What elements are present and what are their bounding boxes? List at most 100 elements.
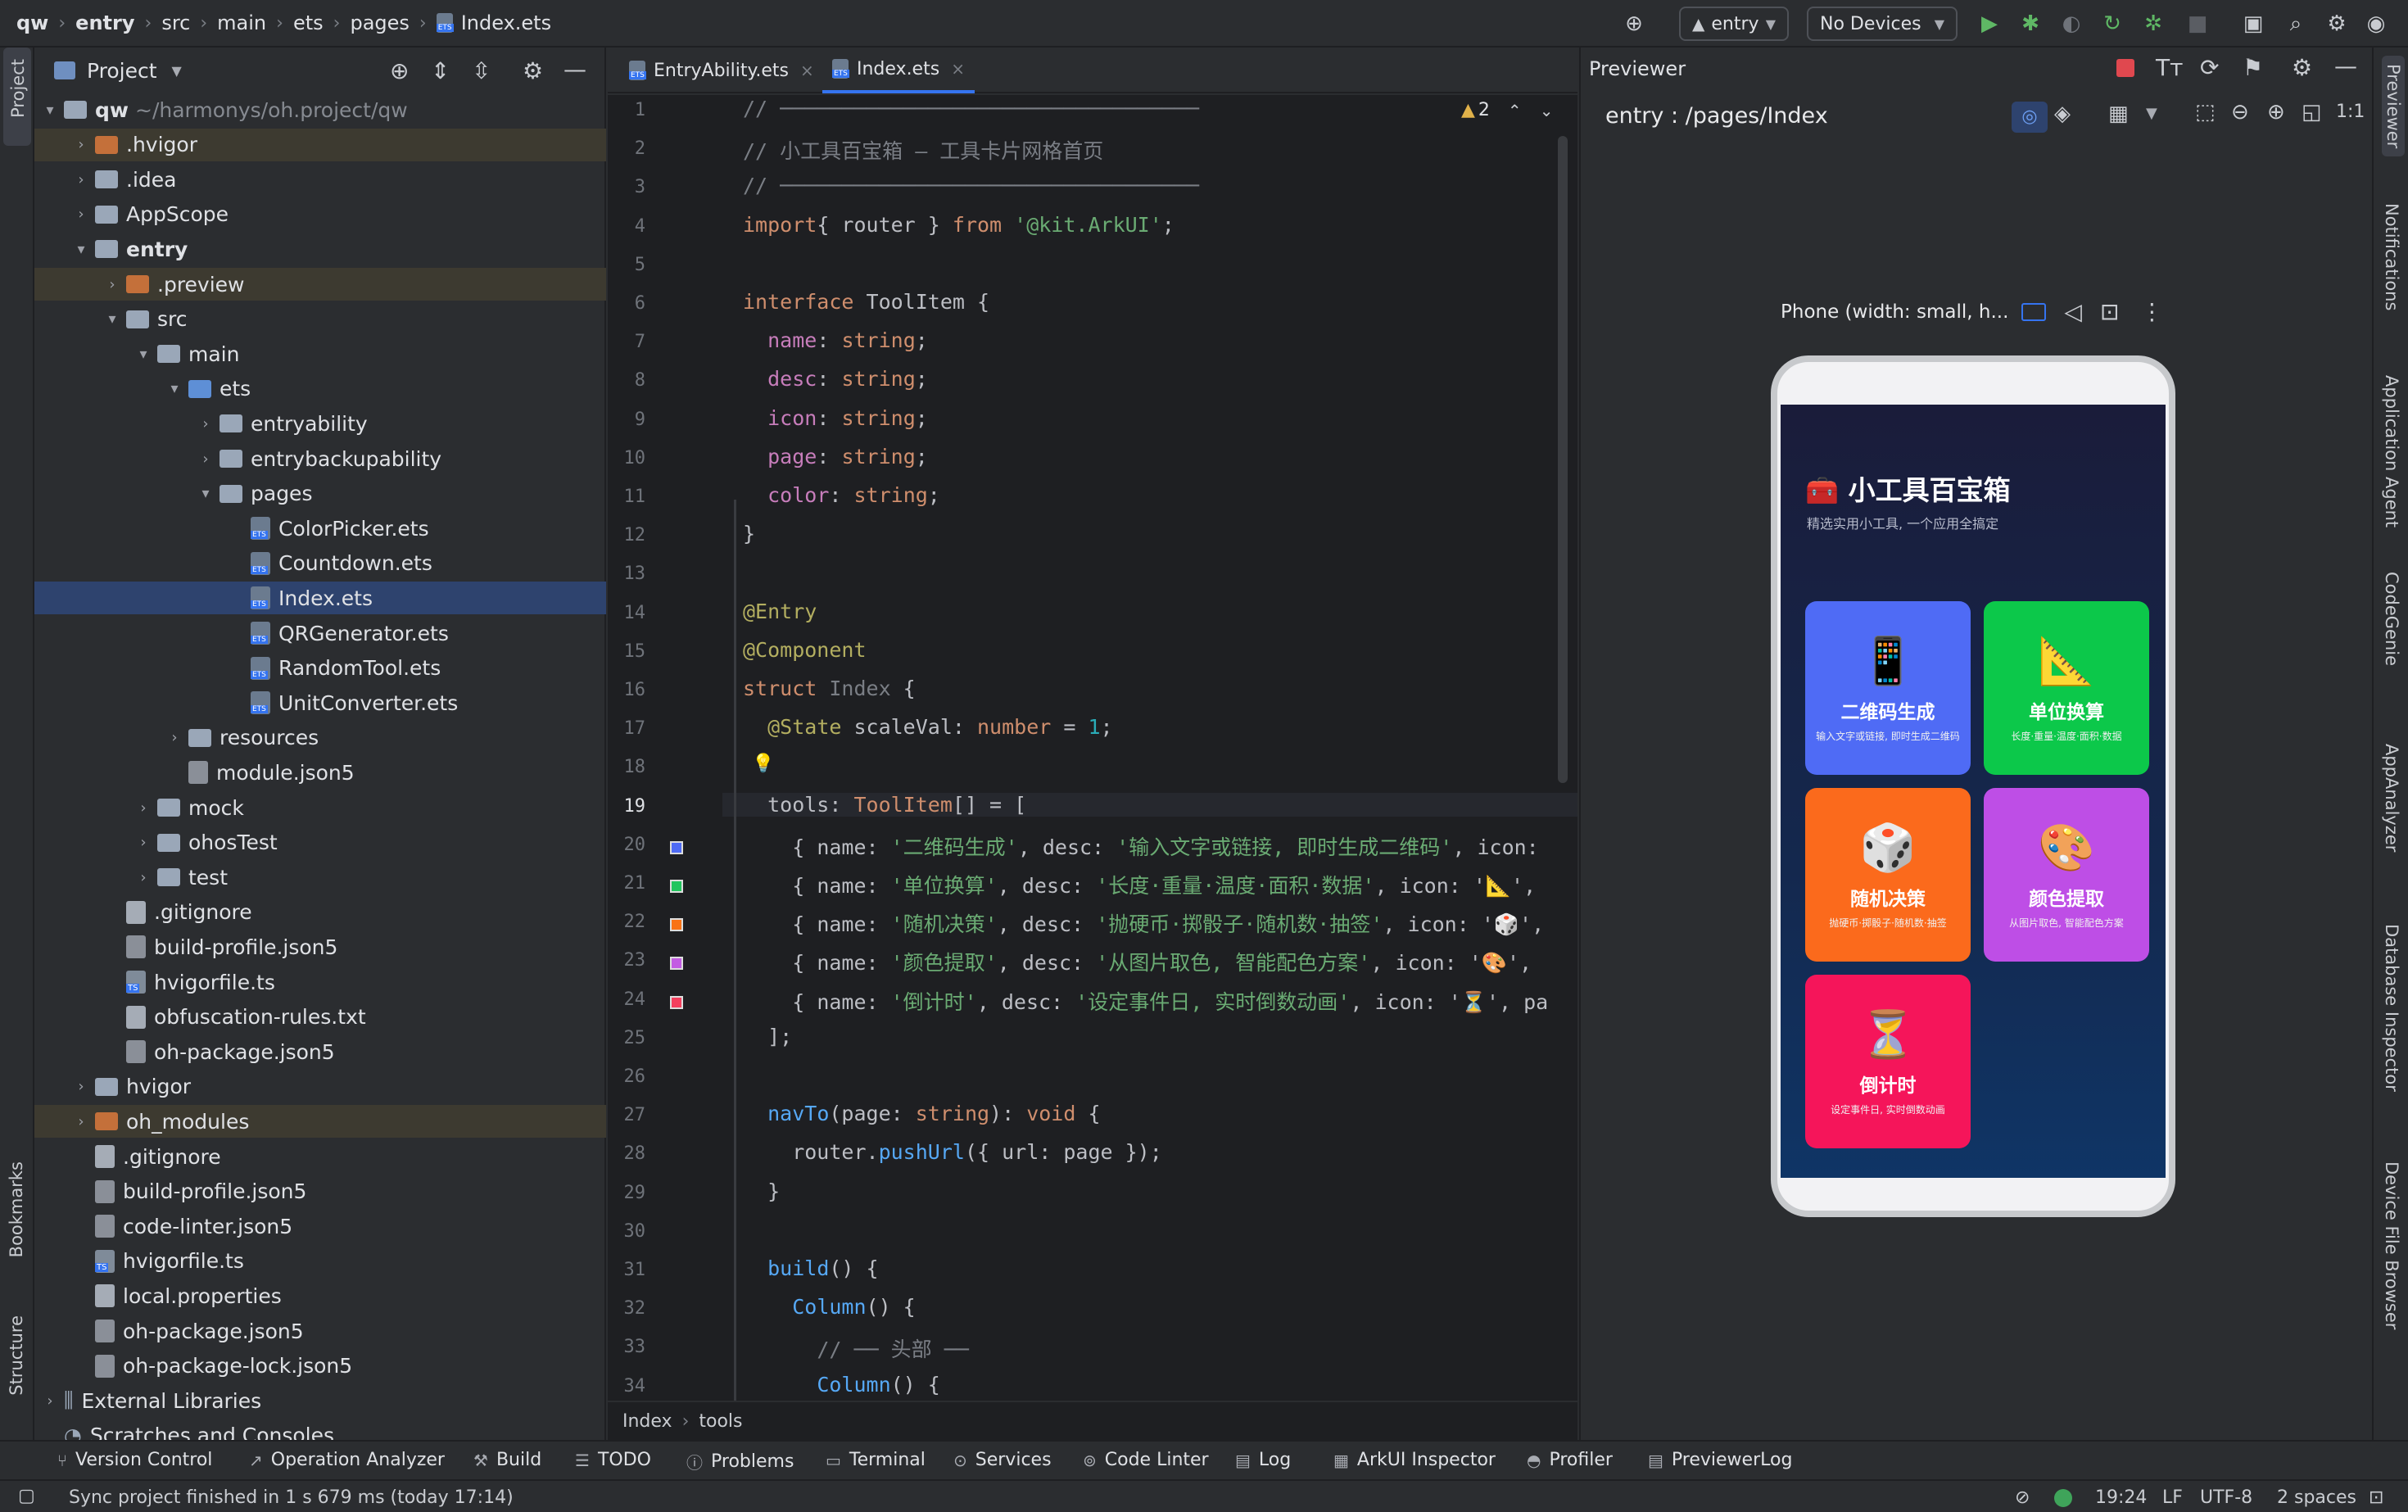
power-save-icon[interactable]: ⊘ — [2015, 1487, 2030, 1508]
code-line[interactable]: { name: '倒计时', desc: '设定事件日, 实时倒数动画', ic… — [743, 986, 1548, 1016]
tool-window-button[interactable]: ⚒ Build — [473, 1450, 541, 1470]
target-icon[interactable]: ⊕ — [1620, 10, 1648, 38]
status-panel-icon[interactable]: ▢ — [18, 1486, 35, 1506]
code-line[interactable]: name: string; — [743, 328, 928, 352]
refresh-icon[interactable]: ⟳ — [2200, 54, 2219, 81]
tab-entryability[interactable]: EntryAbility.ets × — [619, 48, 824, 93]
right-tool-button[interactable]: Database Inspector — [2382, 924, 2401, 1092]
breadcrumb-item[interactable]: Index.ets — [461, 11, 551, 34]
breadcrumb-item[interactable]: src — [161, 11, 190, 34]
line-separator[interactable]: LF — [2162, 1487, 2183, 1508]
tree-item[interactable]: › .preview — [34, 268, 606, 301]
tool-window-button[interactable]: ☰ TODO — [575, 1450, 651, 1470]
tool-window-button[interactable]: ▦ ArkUI Inspector — [1333, 1450, 1496, 1470]
right-tool-button[interactable]: AppAnalyzer — [2382, 744, 2401, 852]
tree-item[interactable]: .gitignore — [34, 896, 606, 929]
chevron-right-icon[interactable]: › — [72, 206, 90, 223]
next-highlight-icon[interactable]: ⌄ — [1540, 101, 1554, 120]
tab-index[interactable]: Index.ets × — [822, 48, 975, 93]
fit-icon[interactable]: ⬚ — [2195, 100, 2216, 124]
breadcrumb-item[interactable]: entry — [75, 11, 134, 34]
module-select[interactable]: ▲ entry ▼ — [1679, 7, 1789, 41]
locate-icon[interactable]: ⊕ — [390, 57, 409, 84]
chevron-right-icon[interactable]: › — [41, 1392, 59, 1410]
chevron-down-icon[interactable]: ▾ — [72, 241, 90, 258]
stop-preview-icon[interactable] — [2116, 59, 2134, 77]
tree-item[interactable]: local.properties — [34, 1279, 606, 1312]
device-type-icon[interactable] — [2021, 302, 2047, 321]
chevron-right-icon[interactable]: › — [134, 799, 152, 817]
close-icon[interactable]: × — [800, 61, 814, 80]
tool-card[interactable]: 🎲 随机决策 抛硬币·掷骰子·随机数·抽签 — [1805, 788, 1971, 962]
code-line[interactable]: // ────────────────────────────────── — [743, 174, 1199, 197]
code-line[interactable]: color: string; — [743, 483, 940, 507]
one-to-one-icon[interactable]: 1:1 — [2336, 102, 2365, 122]
grid-icon[interactable]: ▦ — [2108, 102, 2129, 126]
structure-tool-button[interactable]: Structure — [7, 1315, 26, 1396]
rotate-icon[interactable]: ⊡ — [2100, 298, 2119, 325]
tree-item[interactable]: .gitignore — [34, 1140, 606, 1173]
code-line[interactable]: { name: '颜色提取', desc: '从图片取色, 智能配色方案', i… — [743, 947, 1544, 976]
tree-item[interactable]: Index.ets — [34, 582, 606, 615]
tree-item[interactable]: oh-package-lock.json5 — [34, 1350, 606, 1383]
chevron-right-icon[interactable]: › — [134, 869, 152, 886]
right-tool-button[interactable]: Device File Browser — [2382, 1161, 2401, 1329]
code-editor[interactable]: 1 2 3 4 5 6 7 8 9 10 11 12 13 14 15 16 17 18 19 20 21 22 23 24 2… — [608, 95, 1577, 1401]
tree-item[interactable]: QRGenerator.ets — [34, 617, 606, 650]
tree-item[interactable]: ColorPicker.ets — [34, 512, 606, 545]
code-line[interactable]: router.pushUrl({ url: page }); — [743, 1140, 1162, 1164]
tool-card[interactable]: 📱 二维码生成 输入文字或链接, 即时生成二维码 — [1805, 601, 1971, 775]
crumb-tools[interactable]: tools — [699, 1411, 742, 1432]
close-icon[interactable]: × — [951, 59, 965, 79]
tree-item[interactable]: › mock — [34, 791, 606, 824]
chevron-right-icon[interactable]: › — [72, 1078, 90, 1095]
tree-item[interactable]: › oh_modules — [34, 1105, 606, 1139]
right-tool-button[interactable]: Application Agent — [2382, 375, 2401, 527]
hide-icon[interactable]: — — [564, 56, 586, 83]
stop-icon[interactable]: ■ — [2184, 10, 2211, 38]
tree-item[interactable]: ▾ qw ~/harmonys/oh.project/qw — [34, 93, 606, 126]
code-line[interactable]: @Entry — [743, 600, 817, 623]
code-line[interactable]: desc: string; — [743, 367, 928, 391]
tool-card[interactable]: 🎨 颜色提取 从图片取色, 智能配色方案 — [1984, 788, 2149, 962]
tree-item[interactable]: oh-package.json5 — [34, 1035, 606, 1068]
status-ok-icon[interactable] — [2054, 1489, 2072, 1507]
color-swatch[interactable] — [670, 840, 683, 854]
color-swatch[interactable] — [670, 918, 683, 932]
actual-size-icon[interactable]: ◱ — [2302, 100, 2322, 124]
chevron-down-icon[interactable]: ▼ — [2146, 105, 2157, 122]
tree-item[interactable]: › entryability — [34, 407, 606, 440]
chevron-down-icon[interactable]: ▼ — [172, 63, 182, 79]
lock-icon[interactable]: ⊡ — [2369, 1487, 2383, 1508]
code-line[interactable]: { name: '单位换算', desc: '长度·重量·温度·面积·数据', … — [743, 870, 1536, 899]
tree-item[interactable]: › ohosTest — [34, 826, 606, 859]
tree-item[interactable]: › AppScope — [34, 198, 606, 231]
tool-window-button[interactable]: ▤ PreviewerLog — [1648, 1450, 1792, 1470]
code-line[interactable]: } — [743, 522, 755, 545]
code-line[interactable]: navTo(page: string): void { — [743, 1102, 1100, 1125]
indent-setting[interactable]: 2 spaces — [2277, 1487, 2356, 1508]
code-line[interactable]: Column() { — [743, 1295, 916, 1319]
chevron-right-icon[interactable]: › — [197, 450, 215, 468]
tree-item[interactable]: build-profile.json5 — [34, 1175, 606, 1208]
tree-item[interactable]: build-profile.json5 — [34, 930, 606, 963]
collapse-all-icon[interactable]: ⇳ — [472, 57, 491, 84]
tool-window-button[interactable]: ▤ Log — [1235, 1450, 1291, 1470]
chevron-down-icon[interactable]: ▾ — [134, 346, 152, 363]
tool-card[interactable]: 📐 单位换算 长度·重量·温度·面积·数据 — [1984, 601, 2149, 775]
tool-window-button[interactable]: ↗ Operation Analyzer — [249, 1450, 445, 1470]
code-line[interactable]: page: string; — [743, 445, 928, 469]
tool-card[interactable]: ⏳ 倒计时 设定事件日, 实时倒数动画 — [1805, 975, 1971, 1148]
file-encoding[interactable]: UTF-8 — [2200, 1487, 2252, 1508]
chevron-right-icon[interactable]: › — [72, 171, 90, 188]
tree-item[interactable]: › resources — [34, 722, 606, 754]
code-line[interactable]: import{ router } from '@kit.ArkUI'; — [743, 213, 1175, 237]
account-icon[interactable]: ◉ — [2362, 10, 2390, 38]
tree-item[interactable]: hvigorfile.ts — [34, 966, 606, 998]
chevron-down-icon[interactable]: ▾ — [197, 485, 215, 502]
caret-position[interactable]: 19:24 — [2095, 1487, 2147, 1508]
tree-item[interactable]: ▾ pages — [34, 478, 606, 510]
project-tool-button[interactable]: Project — [3, 48, 31, 146]
inspection-widget[interactable]: ▲ 2 ⌃ ⌄ — [1461, 100, 1553, 120]
tree-item[interactable]: › hvigor — [34, 1071, 606, 1103]
